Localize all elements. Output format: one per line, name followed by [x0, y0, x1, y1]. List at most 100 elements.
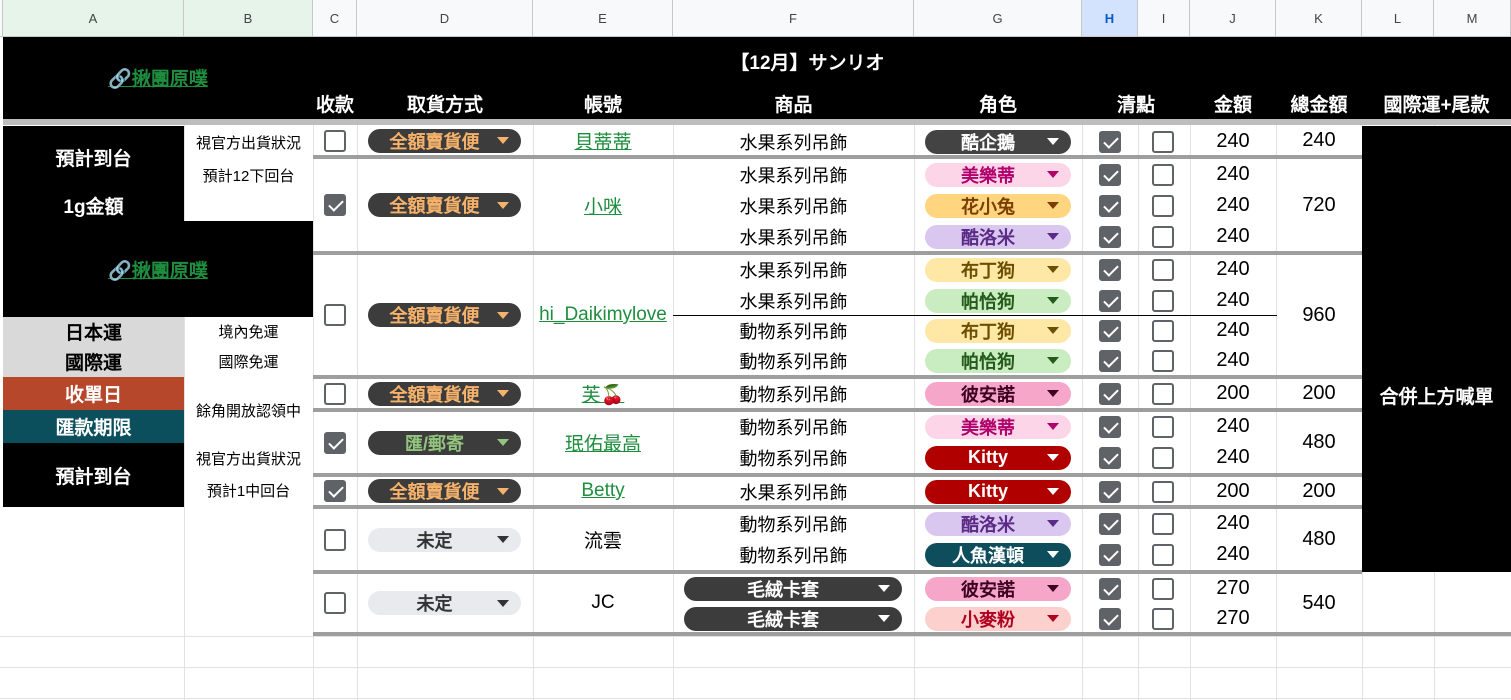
done-checkbox[interactable]: [1152, 543, 1174, 566]
col-header-h[interactable]: H: [1082, 0, 1138, 37]
paid-checkbox[interactable]: [324, 528, 346, 551]
character-dropdown[interactable]: Kitty: [925, 445, 1071, 470]
product-dropdown[interactable]: 毛絨卡套: [684, 606, 902, 631]
col-header-a[interactable]: A: [3, 0, 184, 37]
count-checkbox[interactable]: [1099, 607, 1121, 630]
count-checkbox[interactable]: [1099, 225, 1121, 248]
character-dropdown[interactable]: 花小兔: [925, 193, 1071, 218]
product-name: 動物系列吊飾: [739, 417, 848, 438]
pickup-dropdown[interactable]: 匯/郵寄: [368, 430, 521, 455]
count-checkbox[interactable]: [1099, 512, 1121, 535]
done-checkbox[interactable]: [1152, 225, 1174, 248]
count-checkbox[interactable]: [1099, 258, 1121, 281]
status-note-2: 視官方出貨狀況: [195, 451, 301, 468]
col-header-e[interactable]: E: [533, 0, 673, 37]
character-dropdown[interactable]: 小麥粉: [925, 606, 1071, 631]
pickup-dropdown[interactable]: 全額賣貨便: [368, 128, 521, 153]
paid-checkbox[interactable]: [324, 194, 346, 216]
pickup-dropdown[interactable]: 全額賣貨便: [368, 193, 521, 217]
pickup-dropdown[interactable]: 全額賣貨便: [368, 303, 521, 327]
chevron-down-icon: [1047, 585, 1059, 592]
character-dropdown[interactable]: 人魚漢頓: [925, 542, 1071, 567]
done-checkbox[interactable]: [1152, 415, 1174, 438]
count-checkbox[interactable]: [1099, 543, 1121, 566]
pickup-dropdown[interactable]: 全額賣貨便: [368, 479, 521, 503]
order-total: 960: [1302, 303, 1336, 326]
col-header-l[interactable]: L: [1362, 0, 1434, 37]
count-checkbox[interactable]: [1099, 349, 1121, 372]
character-dropdown[interactable]: Kitty: [925, 479, 1071, 504]
chevron-down-icon: [1047, 390, 1059, 397]
character-dropdown[interactable]: 彼安諾: [925, 381, 1071, 406]
done-checkbox[interactable]: [1152, 163, 1174, 186]
source-post-link-2[interactable]: 🔗揪團原噗: [3, 254, 313, 284]
pickup-label: 全額賣貨便: [389, 482, 480, 502]
col-header-m[interactable]: M: [1434, 0, 1511, 37]
item-amount: 240: [1216, 446, 1250, 468]
account-name[interactable]: 小咪: [533, 190, 673, 220]
character-dropdown[interactable]: 帕恰狗: [925, 288, 1071, 313]
character-dropdown[interactable]: 酷洛米: [925, 224, 1071, 249]
character-dropdown[interactable]: 帕恰狗: [925, 348, 1071, 373]
count-checkbox[interactable]: [1099, 163, 1121, 186]
character-dropdown[interactable]: 布丁狗: [925, 257, 1071, 282]
done-checkbox[interactable]: [1152, 319, 1174, 342]
paid-checkbox[interactable]: [324, 382, 346, 405]
source-post-link[interactable]: 🔗揪團原噗: [3, 62, 313, 92]
account-name[interactable]: 貝蒂蒂: [533, 126, 673, 156]
paid-checkbox[interactable]: [324, 431, 346, 454]
col-header-i[interactable]: I: [1138, 0, 1190, 37]
count-checkbox[interactable]: [1099, 130, 1121, 153]
pickup-dropdown[interactable]: 未定: [368, 527, 521, 552]
product-name: 動物系列吊飾: [739, 384, 848, 405]
paid-checkbox[interactable]: [324, 129, 346, 152]
account-name[interactable]: hi_Daikimylove: [533, 300, 673, 330]
character-dropdown[interactable]: 布丁狗: [925, 318, 1071, 343]
product-name: 動物系列吊飾: [739, 514, 848, 535]
col-header-c[interactable]: C: [313, 0, 357, 37]
count-checkbox[interactable]: [1099, 415, 1121, 438]
done-checkbox[interactable]: [1152, 607, 1174, 630]
done-checkbox[interactable]: [1152, 349, 1174, 372]
done-checkbox[interactable]: [1152, 480, 1174, 503]
done-checkbox[interactable]: [1152, 577, 1174, 600]
done-checkbox[interactable]: [1152, 512, 1174, 535]
account-name[interactable]: 芙🍒: [533, 379, 673, 409]
character-dropdown[interactable]: 美樂蒂: [925, 162, 1071, 187]
count-checkbox[interactable]: [1099, 480, 1121, 503]
account-name[interactable]: Betty: [533, 476, 673, 506]
item-amount: 240: [1216, 543, 1250, 565]
character-dropdown[interactable]: 彼安諾: [925, 576, 1071, 601]
done-checkbox[interactable]: [1152, 130, 1174, 153]
paid-checkbox[interactable]: [324, 480, 346, 502]
paid-checkbox[interactable]: [324, 592, 346, 614]
account-name[interactable]: 珉佑最高: [533, 428, 673, 458]
character-label: 酷洛米: [961, 227, 1015, 248]
col-header-d[interactable]: D: [357, 0, 533, 37]
character-dropdown[interactable]: 酷洛米: [925, 511, 1071, 536]
done-checkbox[interactable]: [1152, 194, 1174, 217]
intl-shipping-label: 國際運: [3, 346, 184, 377]
character-dropdown[interactable]: 美樂蒂: [925, 414, 1071, 439]
col-header-f[interactable]: F: [673, 0, 914, 37]
item-amount: 240: [1216, 349, 1250, 371]
col-header-k[interactable]: K: [1276, 0, 1362, 37]
done-checkbox[interactable]: [1152, 289, 1174, 312]
paid-checkbox[interactable]: [324, 304, 346, 326]
pickup-dropdown[interactable]: 全額賣貨便: [368, 381, 521, 406]
done-checkbox[interactable]: [1152, 382, 1174, 405]
done-checkbox[interactable]: [1152, 258, 1174, 281]
col-header-b[interactable]: B: [184, 0, 313, 37]
count-checkbox[interactable]: [1099, 577, 1121, 600]
col-header-j[interactable]: J: [1190, 0, 1276, 37]
count-checkbox[interactable]: [1099, 319, 1121, 342]
count-checkbox[interactable]: [1099, 289, 1121, 312]
count-checkbox[interactable]: [1099, 194, 1121, 217]
character-dropdown[interactable]: 酷企鵝: [925, 129, 1071, 154]
count-checkbox[interactable]: [1099, 446, 1121, 469]
done-checkbox[interactable]: [1152, 446, 1174, 469]
count-checkbox[interactable]: [1099, 382, 1121, 405]
pickup-dropdown[interactable]: 未定: [368, 591, 521, 615]
col-header-g[interactable]: G: [914, 0, 1082, 37]
product-dropdown[interactable]: 毛絨卡套: [684, 576, 902, 601]
